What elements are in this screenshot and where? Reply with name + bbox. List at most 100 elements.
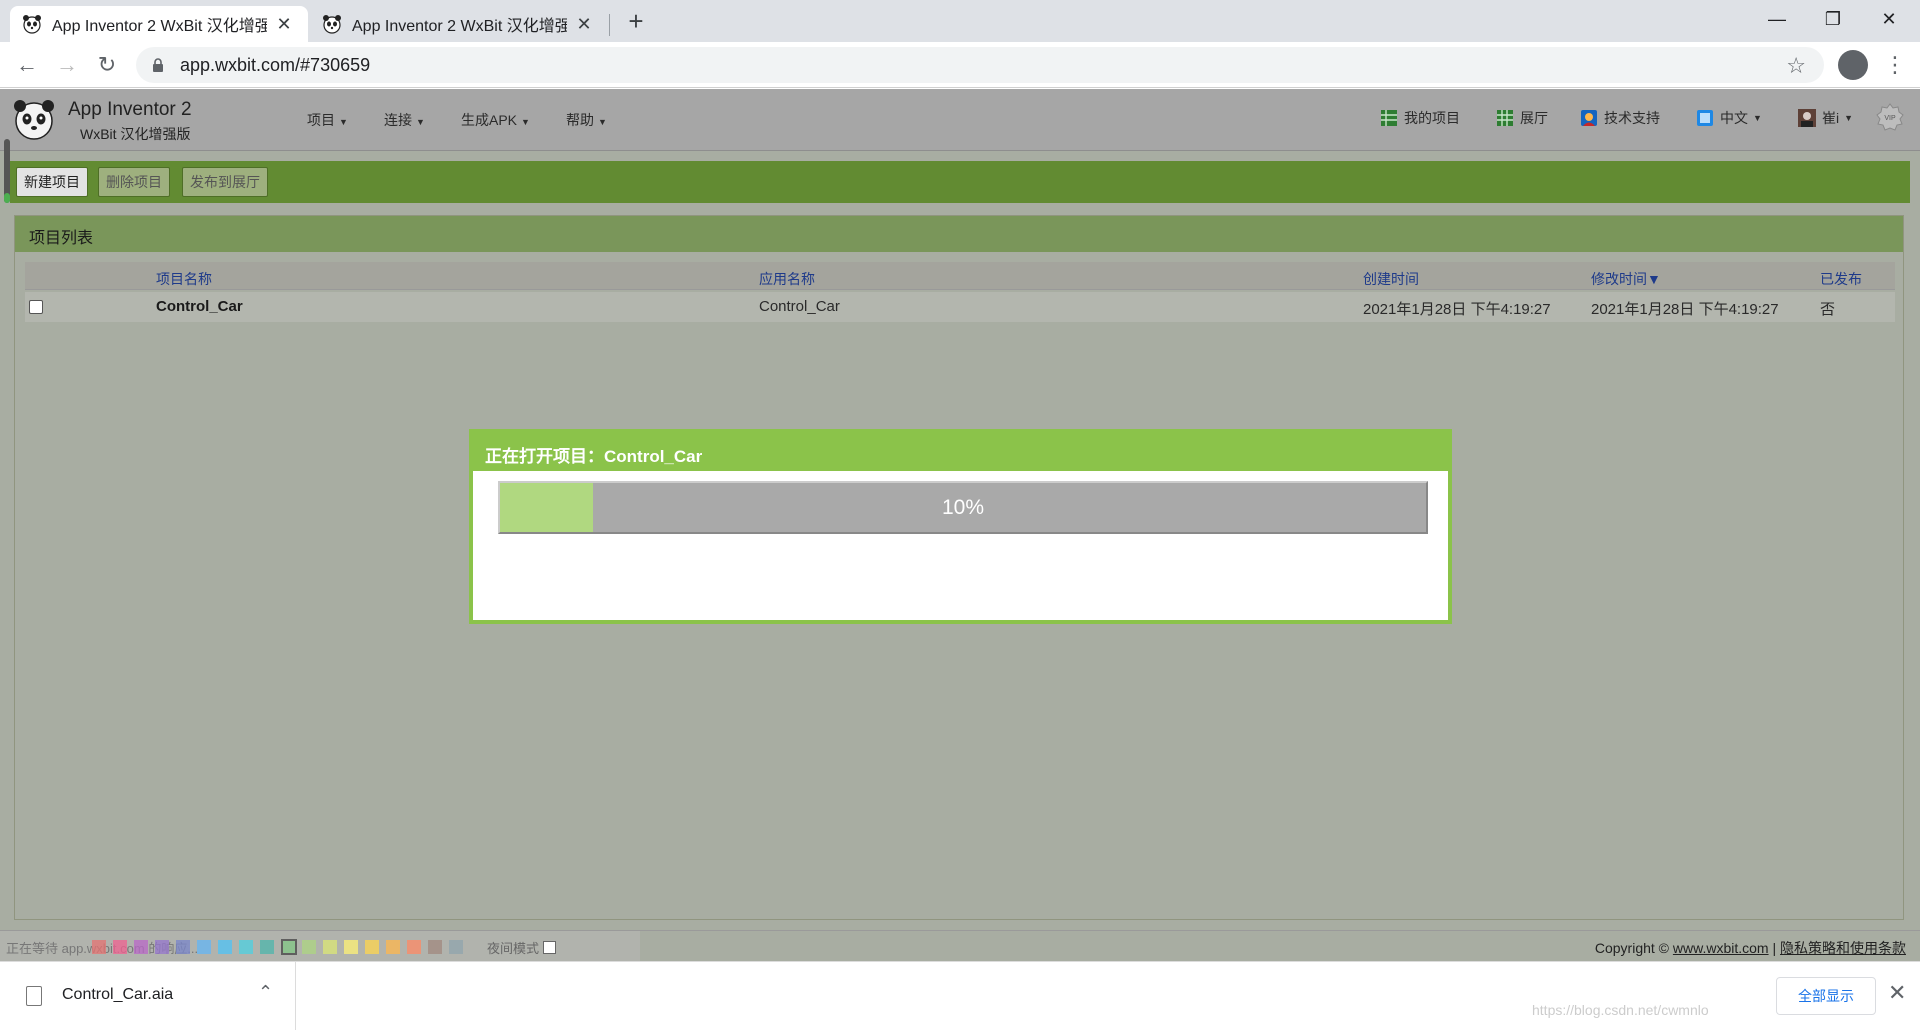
table-row[interactable]: Control_Car Control_Car 2021年1月28日 下午4:1… — [25, 292, 1895, 322]
theme-swatch[interactable] — [386, 940, 400, 954]
cell-modified: 2021年1月28日 下午4:19:27 — [1591, 301, 1779, 318]
night-mode-checkbox[interactable] — [543, 941, 557, 954]
theme-swatch[interactable] — [281, 939, 297, 955]
tab-title: App Inventor 2 WxBit 汉化增强 — [52, 18, 267, 35]
theme-swatch[interactable] — [176, 940, 190, 954]
theme-swatch[interactable] — [323, 940, 337, 954]
theme-swatch[interactable] — [197, 940, 211, 954]
show-all-button[interactable]: 全部显示 — [1776, 977, 1876, 1015]
table-header: 项目名称 应用名称 创建时间 修改时间▼ 已发布 — [25, 262, 1895, 290]
app-footer: 正在等待 app.wxbit.com 的响应... 夜间模式 Copyright… — [0, 930, 1920, 961]
language-icon — [1697, 110, 1713, 126]
progress-label: 10% — [941, 496, 985, 519]
caret-down-icon: ▼ — [339, 117, 348, 127]
user-menu[interactable]: 崔i ▼ — [1798, 108, 1853, 128]
bookmark-star-icon[interactable]: ☆ — [1786, 53, 1806, 79]
vip-badge-icon[interactable]: VIP — [1876, 103, 1904, 131]
menu-label: 连接 — [384, 112, 412, 128]
night-mode-label: 夜间模式 — [487, 941, 540, 956]
support-icon — [1581, 110, 1597, 126]
window-close-button[interactable]: ✕ — [1866, 6, 1912, 32]
tab-close-icon[interactable]: ✕ — [575, 14, 593, 35]
browser-menu-icon[interactable]: ⋮ — [1884, 50, 1906, 80]
reload-icon[interactable]: ↻ — [92, 50, 122, 80]
panda-logo-icon[interactable] — [12, 97, 56, 141]
tab-close-icon[interactable]: ✕ — [275, 14, 293, 35]
cell-project-name[interactable]: Control_Car — [156, 298, 243, 315]
privacy-link[interactable]: 隐私策略和使用条款 — [1780, 940, 1906, 956]
vip-label: VIP — [1884, 115, 1896, 122]
theme-swatch[interactable] — [407, 940, 421, 954]
delete-project-button[interactable]: 删除项目 — [98, 167, 170, 197]
theme-bar: 正在等待 app.wxbit.com 的响应... 夜间模式 — [0, 931, 640, 961]
caret-down-icon: ▼ — [1844, 113, 1854, 123]
language-label: 中文 — [1720, 110, 1748, 126]
copyright: Copyright © www.wxbit.com | 隐私策略和使用条款 — [1595, 938, 1906, 958]
gallery-link[interactable]: 展厅 — [1496, 108, 1548, 128]
theme-swatch[interactable] — [218, 940, 232, 954]
language-menu[interactable]: 中文 ▼ — [1696, 108, 1762, 128]
forward-arrow-icon[interactable]: → — [52, 50, 82, 80]
col-published[interactable]: 已发布 — [1820, 269, 1862, 289]
lock-icon — [153, 58, 163, 72]
theme-swatch[interactable] — [428, 940, 442, 954]
back-arrow-icon[interactable]: ← — [12, 50, 42, 80]
app-area: App Inventor 2 WxBit 汉化增强版 项目 ▼ 连接 ▼ 生成APK… — [0, 89, 1920, 961]
caret-down-icon: ▼ — [1753, 113, 1762, 123]
panel-title: 项目列表 — [15, 216, 1903, 252]
caret-down-icon: ▼ — [416, 117, 425, 127]
caret-down-icon: ▼ — [521, 117, 530, 127]
copyright-prefix: Copyright © — [1594, 940, 1673, 956]
menu-label: 项目 — [307, 112, 335, 128]
panda-favicon-icon — [323, 15, 341, 34]
downloads-close-icon[interactable]: ✕ — [1888, 980, 1906, 1006]
app-top-nav: App Inventor 2 WxBit 汉化增强版 项目 ▼ 连接 ▼ 生成APK… — [0, 89, 1920, 151]
theme-swatch[interactable] — [449, 940, 463, 954]
grid-icon — [1381, 110, 1397, 126]
my-projects-label: 我的项目 — [1404, 110, 1460, 126]
theme-swatch[interactable] — [365, 940, 379, 954]
menu-build-apk[interactable]: 生成APK ▼ — [461, 110, 530, 130]
browser-tab[interactable]: App Inventor 2 WxBit 汉化增强 ✕ — [310, 6, 608, 42]
minimize-button[interactable]: — — [1754, 6, 1800, 32]
menu-label: 生成APK — [461, 112, 518, 128]
restore-button[interactable]: ❐ — [1810, 6, 1856, 32]
night-mode-toggle[interactable]: 夜间模式 — [487, 938, 557, 957]
theme-swatch[interactable] — [155, 940, 169, 954]
dialog-body: 10% — [473, 471, 1448, 620]
new-tab-button[interactable]: + — [622, 8, 650, 36]
cell-app-name: Control_Car — [759, 298, 840, 315]
file-icon — [26, 986, 42, 1006]
theme-swatch[interactable] — [134, 940, 148, 954]
browser-tab-active[interactable]: App Inventor 2 WxBit 汉化增强 ✕ — [10, 6, 308, 42]
theme-swatch[interactable] — [113, 940, 127, 954]
col-app-name[interactable]: 应用名称 — [759, 269, 815, 289]
theme-swatch[interactable] — [92, 940, 106, 954]
theme-swatch[interactable] — [239, 940, 253, 954]
download-item[interactable]: Control_Car.aia ⌃ — [0, 962, 296, 1030]
site-link[interactable]: www.wxbit.com — [1673, 940, 1769, 956]
row-checkbox[interactable] — [29, 300, 43, 314]
new-project-button[interactable]: 新建项目 — [16, 167, 88, 197]
menu-project[interactable]: 项目 ▼ — [307, 110, 348, 130]
theme-swatch[interactable] — [302, 940, 316, 954]
menu-help[interactable]: 帮助 ▼ — [566, 110, 607, 130]
profile-avatar-icon[interactable] — [1838, 50, 1868, 80]
col-project-name[interactable]: 项目名称 — [156, 269, 212, 289]
support-link[interactable]: 技术支持 — [1580, 108, 1660, 128]
user-label: 崔i — [1822, 110, 1840, 126]
progress-bar: 10% — [498, 481, 1428, 534]
theme-swatch[interactable] — [260, 940, 274, 954]
publish-gallery-button[interactable]: 发布到展厅 — [182, 167, 268, 197]
chevron-up-icon[interactable]: ⌃ — [258, 982, 273, 1003]
url-text: app.wxbit.com/#730659 — [180, 54, 371, 75]
menu-connect[interactable]: 连接 ▼ — [384, 110, 425, 130]
caret-down-icon: ▼ — [598, 117, 607, 127]
col-created[interactable]: 创建时间 — [1363, 269, 1419, 289]
my-projects-link[interactable]: 我的项目 — [1380, 108, 1460, 128]
col-modified[interactable]: 修改时间▼ — [1591, 269, 1661, 289]
dialog-title: 正在打开项目：Control_Car — [485, 447, 703, 466]
cell-created: 2021年1月28日 下午4:19:27 — [1363, 301, 1551, 318]
theme-swatch[interactable] — [344, 940, 358, 954]
omnibox[interactable]: app.wxbit.com/#730659 ☆ — [136, 47, 1824, 83]
